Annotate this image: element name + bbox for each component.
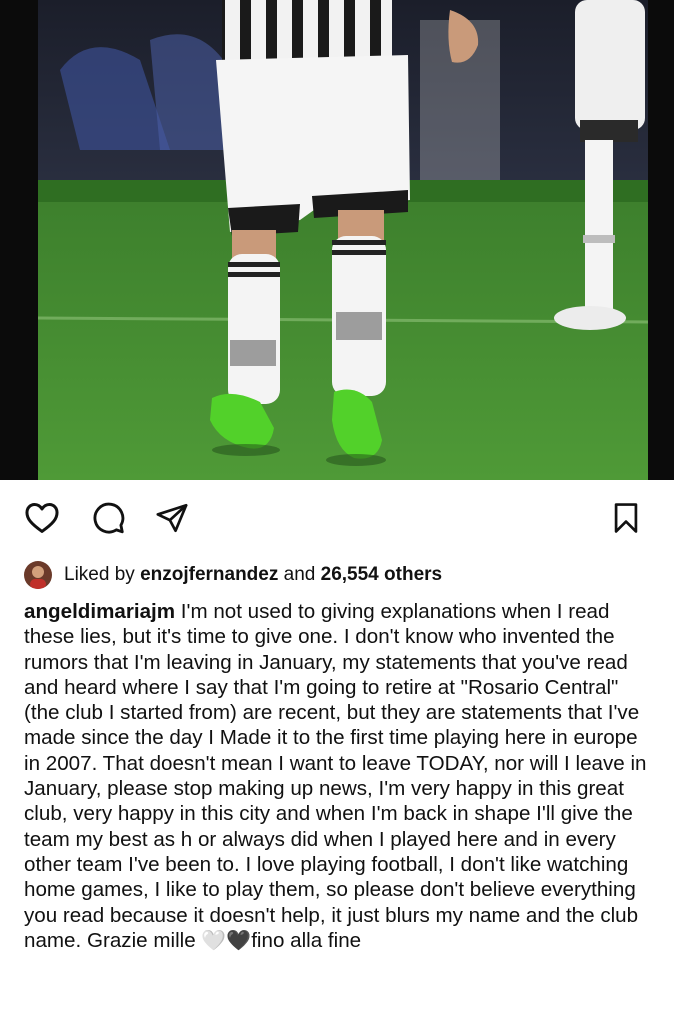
likes-prefix: Liked by [64, 564, 135, 585]
caption-text: I'm not used to giving explanations when… [24, 600, 647, 952]
post-action-bar [0, 498, 674, 542]
likes-count[interactable]: 26,554 others [321, 564, 442, 586]
post-photo[interactable] [0, 0, 674, 480]
liker-username[interactable]: enzojfernandez [140, 564, 278, 586]
caption-author[interactable]: angeldimariajm [24, 600, 175, 623]
black-heart-icon: 🖤 [226, 929, 252, 952]
bookmark-icon[interactable] [606, 498, 646, 538]
likes-connector: and [283, 564, 316, 585]
likes-summary[interactable]: Liked by enzojfernandez and 26,554 other… [24, 560, 650, 590]
caption-tail: fino alla fine [251, 928, 362, 952]
white-heart-icon: 🤍 [201, 929, 227, 952]
send-icon[interactable] [152, 498, 192, 538]
avatar[interactable] [24, 561, 52, 589]
heart-icon[interactable] [22, 498, 62, 538]
comment-icon[interactable] [88, 498, 128, 538]
post-caption: angeldimariajm I'm not used to giving ex… [24, 599, 654, 954]
